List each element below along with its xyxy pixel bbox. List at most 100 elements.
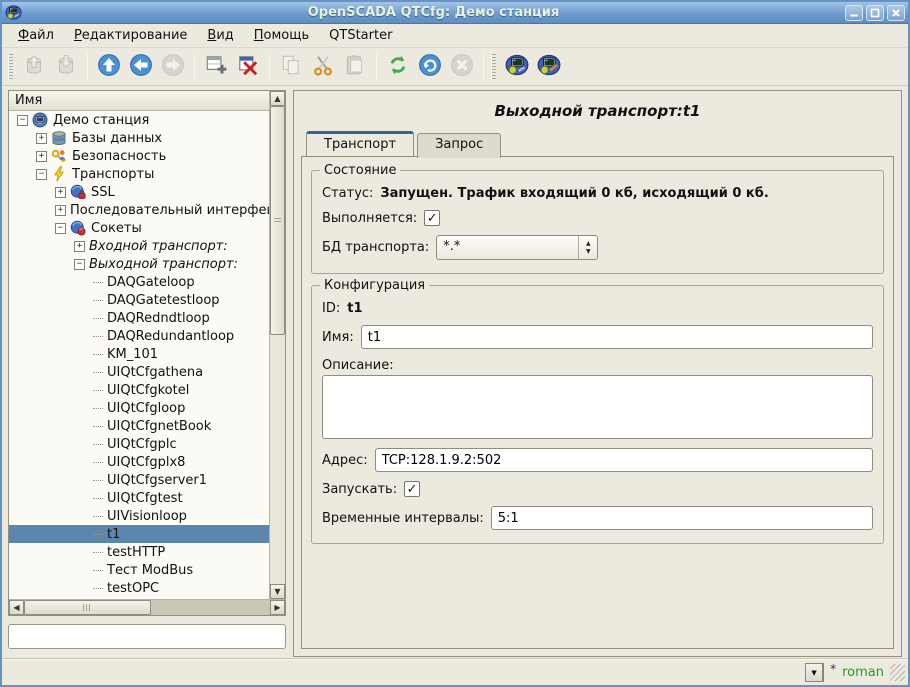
description-textarea[interactable] [322, 375, 873, 439]
tree-vertical-scrollbar[interactable]: ▲ ▼ [269, 91, 285, 599]
scroll-track[interactable] [270, 106, 285, 584]
tree-item[interactable]: DAQRedndtloop [9, 309, 269, 327]
collapse-icon[interactable]: − [74, 259, 85, 270]
up-button[interactable] [93, 51, 125, 83]
window-title: OpenSCADA QTCfg: Демо станция [26, 5, 841, 20]
start-update-icon [418, 53, 442, 81]
user-dropdown-button[interactable]: ▼ [805, 663, 823, 682]
back-button[interactable] [125, 51, 157, 83]
tree-filter-input[interactable] [8, 624, 286, 649]
tree-item-label: Базы данных [72, 131, 162, 146]
tree-branch-line [93, 300, 103, 301]
toolbar-separator [194, 54, 195, 80]
scroll-up-button[interactable]: ▲ [270, 91, 285, 106]
page-title: Выходной транспорт:t1 [301, 93, 894, 131]
maximize-button[interactable] [866, 5, 884, 21]
paste-icon [343, 53, 367, 81]
resize-grip[interactable] [890, 664, 905, 681]
titlebar[interactable]: OpenSCADA QTCfg: Демо станция [2, 2, 908, 24]
tree-item[interactable]: UIQtCfgserver1 [9, 471, 269, 489]
scroll-right-button[interactable]: ▶ [270, 600, 285, 615]
scroll-track[interactable] [151, 600, 270, 615]
tree-item[interactable]: +Последовательный интерфейс [9, 201, 269, 219]
toolbar-drag-handle[interactable] [8, 54, 13, 80]
expand-icon[interactable]: + [55, 187, 66, 198]
tree-header[interactable]: Имя [9, 91, 269, 111]
tree-horizontal-scrollbar[interactable]: ◀ ▶ [9, 599, 285, 615]
start-update-button[interactable] [414, 51, 446, 83]
pane-splitter[interactable] [286, 90, 293, 657]
transport-db-label: БД транспорта: [322, 240, 429, 255]
tree-item[interactable]: UIQtCfgnetBook [9, 417, 269, 435]
tree-item[interactable]: KM_101 [9, 345, 269, 363]
timings-input[interactable] [491, 506, 873, 530]
tree-item[interactable]: + Базы данных [9, 129, 269, 147]
spinner-arrows-icon[interactable]: ▲▼ [578, 236, 597, 259]
tree-item[interactable]: UIQtCfgloop [9, 399, 269, 417]
minimize-button[interactable] [845, 5, 863, 21]
tree-item-label: UIQtCfgplx8 [107, 455, 185, 470]
menu-item-help[interactable]: Помощь [246, 26, 317, 45]
close-button[interactable] [887, 5, 905, 21]
scroll-thumb[interactable] [24, 600, 151, 615]
tree-item[interactable]: UIQtCfgtest [9, 489, 269, 507]
tree-item[interactable]: DAQGatetestloop [9, 291, 269, 309]
collapse-icon[interactable]: − [55, 223, 66, 234]
qtcfg-launcher-button[interactable] [501, 51, 533, 83]
tree-item[interactable]: testHTTP [9, 543, 269, 561]
tree-item-label: UIQtCfgplc [107, 437, 177, 452]
tree-item[interactable]: UIQtCfgplc [9, 435, 269, 453]
toolbar-drag-handle[interactable] [491, 54, 496, 80]
name-input[interactable] [361, 325, 873, 349]
tree-item[interactable]: UIQtCfgplx8 [9, 453, 269, 471]
tree-item[interactable]: + Безопасность [9, 147, 269, 165]
menu-item-qtstarter[interactable]: QTStarter [321, 26, 400, 45]
tree-item[interactable]: −Выходной транспорт: [9, 255, 269, 273]
running-label: Выполняется: [322, 211, 417, 226]
id-value: t1 [347, 301, 362, 316]
tree-item[interactable]: +SSL [9, 183, 269, 201]
tree-branch-line [93, 516, 103, 517]
tab-transport[interactable]: Транспорт [306, 131, 414, 156]
tree-item[interactable]: DAQRedundantloop [9, 327, 269, 345]
expand-icon[interactable]: + [74, 241, 85, 252]
tree-item[interactable]: UIQtCfgkotel [9, 381, 269, 399]
tree-item[interactable]: UIVisionloop [9, 507, 269, 525]
collapse-icon[interactable]: − [36, 169, 47, 180]
tree-item-label: UIQtCfgnetBook [107, 419, 211, 434]
scroll-thumb[interactable] [270, 106, 285, 335]
tree-branch-line [93, 480, 103, 481]
cut-item-button[interactable] [307, 51, 339, 83]
tree-item[interactable]: t1 [9, 525, 269, 543]
tree-item[interactable]: −Сокеты [9, 219, 269, 237]
scroll-left-button[interactable]: ◀ [9, 600, 24, 615]
expand-icon[interactable]: + [55, 205, 66, 216]
address-input[interactable] [375, 448, 873, 472]
tab-request[interactable]: Запрос [417, 133, 501, 158]
scroll-down-button[interactable]: ▼ [270, 584, 285, 599]
refresh-button[interactable] [382, 51, 414, 83]
expand-icon[interactable]: + [36, 151, 47, 162]
to-start-checkbox[interactable]: ✓ [404, 481, 420, 497]
tree-item[interactable]: −Транспорты [9, 165, 269, 183]
delete-item-button[interactable] [232, 51, 264, 83]
tree-item-label: Безопасность [72, 149, 166, 164]
tree-item[interactable]: Тест ModBus [9, 561, 269, 579]
tree-item[interactable]: −Демо станция [9, 111, 269, 129]
tree-item[interactable]: DAQGateloop [9, 273, 269, 291]
address-label: Адрес: [322, 453, 368, 468]
transport-db-combobox[interactable]: *.* ▲▼ [436, 235, 598, 260]
menu-item-view[interactable]: Вид [199, 26, 241, 45]
expand-icon[interactable]: + [36, 133, 47, 144]
menu-item-file[interactable]: Файл [10, 26, 62, 45]
vision-launcher-button[interactable] [533, 51, 565, 83]
menu-item-edit[interactable]: Редактирование [66, 26, 195, 45]
add-item-button[interactable] [200, 51, 232, 83]
tree-item[interactable]: testOPC [9, 579, 269, 597]
statusbar: ▼ * roman [2, 659, 908, 685]
collapse-icon[interactable]: − [17, 115, 28, 126]
running-checkbox[interactable]: ✓ [424, 210, 440, 226]
tree-item[interactable]: UIQtCfgathena [9, 363, 269, 381]
tree-item[interactable]: +Входной транспорт: [9, 237, 269, 255]
load-from-db-button [18, 51, 50, 83]
